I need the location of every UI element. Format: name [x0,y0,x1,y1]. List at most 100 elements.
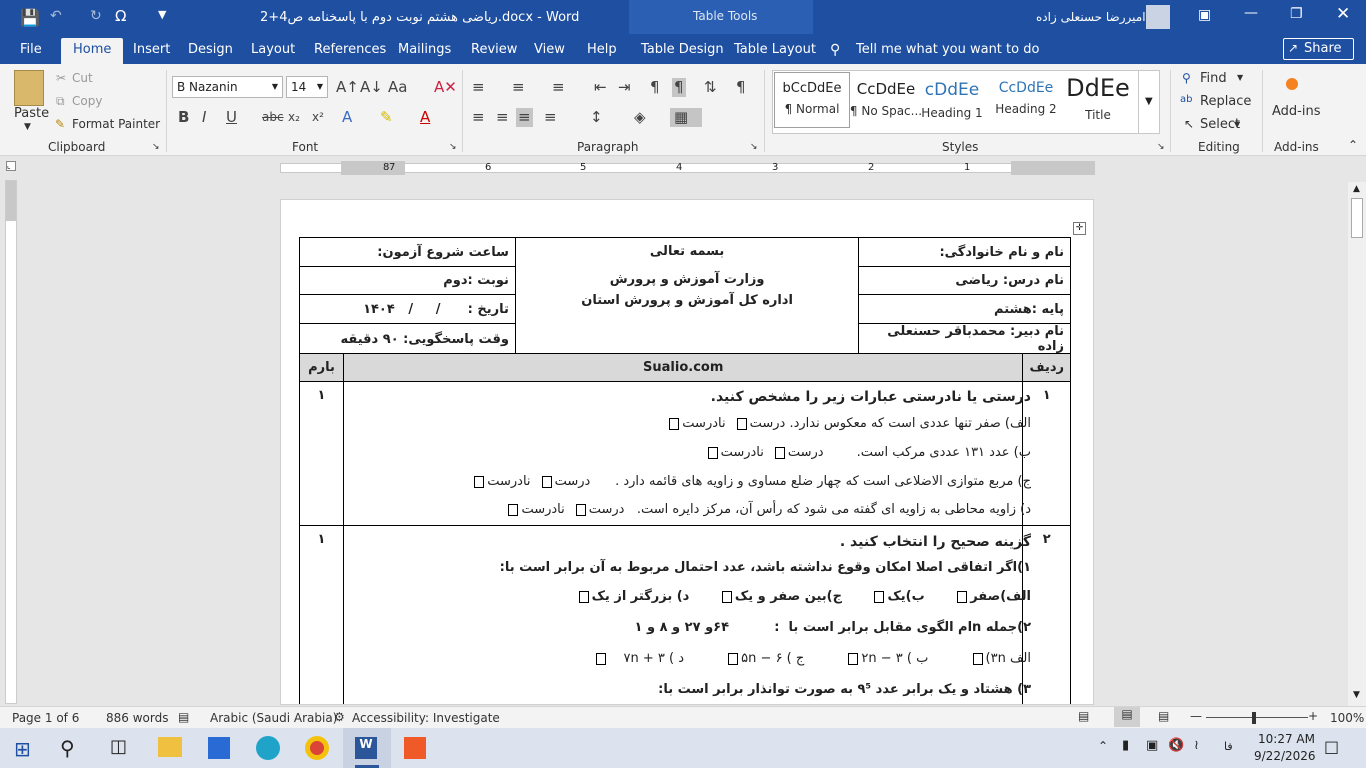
page-count[interactable]: Page 1 of 6 [12,711,79,725]
vertical-scrollbar[interactable]: ▲ ▼ [1348,182,1366,706]
tray-chevron-icon[interactable]: ⌃ [1098,739,1108,753]
chevron-down-icon[interactable]: ▼ [1234,120,1240,129]
chevron-down-icon[interactable]: ▼ [1237,73,1243,82]
superscript-icon[interactable]: x² [312,110,324,125]
checkbox-false[interactable] [508,503,519,516]
read-mode-icon[interactable]: ▤ [1078,709,1089,723]
align-right-icon[interactable]: ≡ [516,108,533,127]
style-heading-1[interactable]: cDdEe Heading 1 [914,72,990,128]
close-icon[interactable]: ✕ [1336,4,1350,24]
borders-icon[interactable]: ▦ [670,108,703,127]
align-left-icon[interactable]: ≡ [472,110,485,125]
search-icon[interactable]: ⚲ [60,736,75,760]
tab-layout[interactable]: Layout [251,42,295,57]
redo-icon[interactable]: ↻ [90,8,102,24]
highlight-icon[interactable]: ✎ [380,110,393,125]
proofing-icon[interactable]: ▤ [178,710,189,724]
zoom-slider[interactable] [1206,717,1308,718]
checkbox-option-d[interactable] [578,590,589,603]
scroll-down-icon[interactable]: ▼ [1353,690,1360,700]
file-explorer-icon[interactable] [158,737,182,757]
symbol-icon[interactable]: Ω [115,7,126,25]
notifications-icon[interactable]: □ [1324,737,1339,756]
zoom-in-icon[interactable]: + [1308,709,1318,723]
web-layout-icon[interactable]: ▤ [1158,709,1169,723]
shrink-font-icon[interactable]: A↓ [360,80,383,95]
network-icon[interactable]: ≀ [1194,738,1199,753]
checkbox-false[interactable] [474,475,485,488]
avatar[interactable] [1146,5,1170,29]
bold-icon[interactable]: B [178,110,189,125]
font-launcher-icon[interactable]: ↘ [449,142,457,152]
style-normal[interactable]: bCcDdEe ¶ Normal [774,72,850,128]
checkbox-true[interactable] [575,503,586,516]
cut-button[interactable]: Cut [72,71,93,85]
styles-scroll[interactable]: ▼ [1138,70,1160,134]
clock-time[interactable]: 10:27 AM [1258,732,1315,746]
checkbox-true[interactable] [541,475,552,488]
format-painter-button[interactable]: Format Painter [72,117,160,131]
scroll-up-icon[interactable]: ▲ [1353,184,1360,194]
minimize-icon[interactable]: — [1244,5,1258,21]
app-icon[interactable] [404,737,426,759]
tab-mailings[interactable]: Mailings [398,42,451,57]
show-marks-icon[interactable]: ¶ [736,80,746,95]
checkbox-option-a[interactable] [972,652,983,665]
bullets-icon[interactable]: ≡ [472,80,485,95]
checkbox-option-c[interactable] [721,590,732,603]
ribbon-display-icon[interactable]: ▣ [1198,7,1211,23]
style-no-spacing[interactable]: CcDdEe ¶ No Spac... [848,72,924,128]
checkbox-true[interactable] [736,417,747,430]
line-spacing-icon[interactable]: ↕ [590,110,603,125]
tab-insert[interactable]: Insert [133,42,170,57]
grow-font-icon[interactable]: A↑ [336,80,359,95]
user-name[interactable]: امیررضا حسنعلی زاده [1036,10,1146,24]
italic-icon[interactable]: I [202,110,206,125]
battery-icon[interactable]: ▮ [1122,738,1129,753]
increase-indent-icon[interactable]: ⇥ [618,80,631,95]
tab-table-design[interactable]: Table Design [641,42,724,57]
start-icon[interactable]: ⊞ [14,737,31,761]
tell-me-search[interactable]: Tell me what you want to do [856,42,1039,57]
word-count[interactable]: 886 words [106,711,168,725]
styles-launcher-icon[interactable]: ↘ [1157,142,1165,152]
zoom-level[interactable]: 100% [1330,711,1364,725]
document-page[interactable]: ✛ نام و نام خانوادگی: بسمه تعالی وزارت آ… [280,199,1094,705]
addins-button[interactable]: Add-ins [1272,104,1320,119]
checkbox-option-a[interactable] [957,590,968,603]
tab-home[interactable]: Home [61,38,124,64]
clock-date[interactable]: 9/22/2026 [1254,749,1316,763]
checkbox-option-b[interactable] [874,590,885,603]
meet-icon[interactable]: ▣ [1146,738,1158,753]
ltr-icon[interactable]: ¶ [650,80,660,95]
edge-icon[interactable] [256,736,280,760]
collapse-ribbon-icon[interactable]: ⌃ [1348,138,1358,152]
find-button[interactable]: Find [1200,71,1227,86]
checkbox-false[interactable] [669,417,680,430]
clear-formatting-icon[interactable]: A✕ [434,80,457,95]
paste-button[interactable]: Paste [14,106,49,121]
scroll-thumb[interactable] [1351,198,1363,238]
styles-more-icon[interactable]: ▼ [1145,96,1153,107]
underline-icon[interactable]: U [226,110,237,125]
change-case-icon[interactable]: Aa [388,80,407,95]
checkbox-option-b[interactable] [848,652,859,665]
shading-icon[interactable]: ◈ [634,110,646,125]
clipboard-launcher-icon[interactable]: ↘ [152,142,160,152]
ruler-band[interactable]: 8 7 6 5 4 3 2 1 [280,161,1095,175]
zoom-slider-thumb[interactable] [1252,712,1256,724]
style-heading-2[interactable]: CcDdEe Heading 2 [988,72,1064,128]
save-icon[interactable]: 💾 [20,8,40,27]
multilevel-list-icon[interactable]: ≡ [552,80,565,95]
decrease-indent-icon[interactable]: ⇤ [594,80,607,95]
checkbox-option-c[interactable] [728,652,739,665]
font-color-icon[interactable]: A [420,110,430,125]
input-language[interactable]: فا [1224,740,1233,753]
chrome-icon[interactable] [305,736,329,760]
align-center-icon[interactable]: ≡ [496,110,509,125]
tab-references[interactable]: References [314,42,386,57]
style-title[interactable]: DdEe Title [1060,72,1136,128]
task-view-icon[interactable]: ◫ [110,736,127,757]
maximize-icon[interactable]: ❐ [1290,6,1303,22]
checkbox-false[interactable] [707,446,718,459]
